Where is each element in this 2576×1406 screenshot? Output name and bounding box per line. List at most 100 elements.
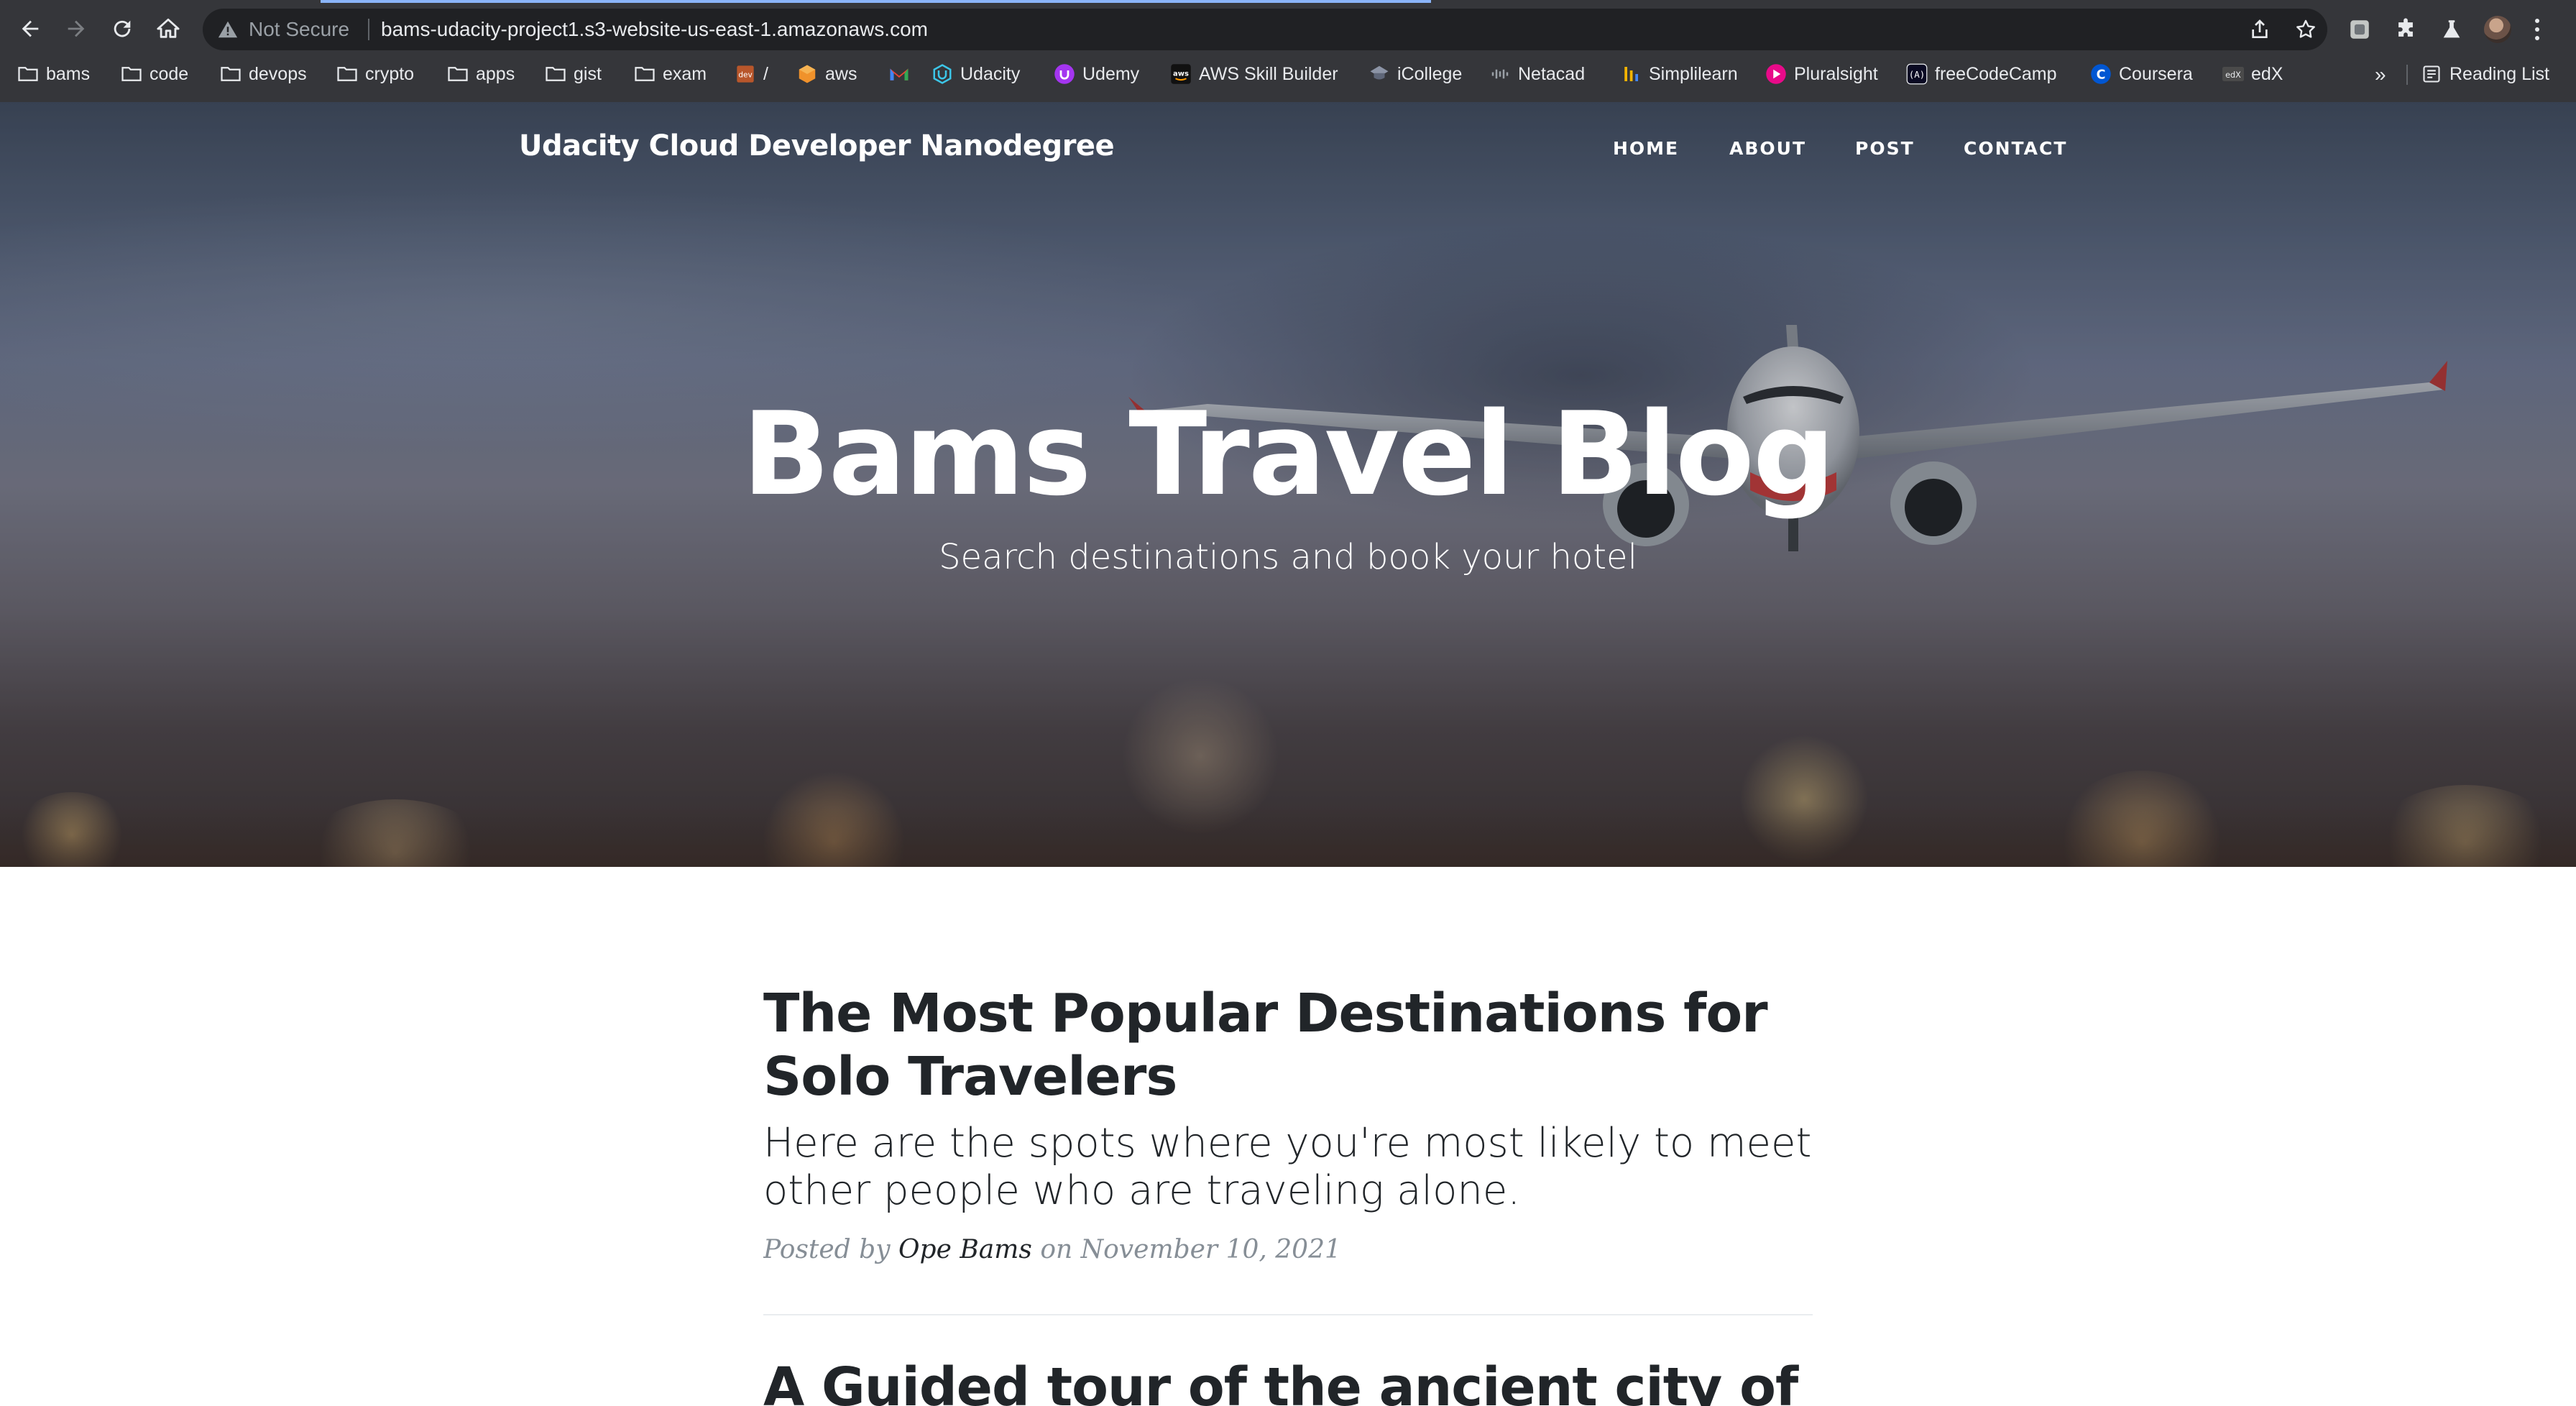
address-bar[interactable]: Not Secure bams-udacity-project1.s3-webs…	[203, 9, 2327, 50]
reload-icon	[114, 20, 131, 37]
bookmark-code[interactable]: code	[121, 58, 188, 91]
bookmark-gist[interactable]: gist	[545, 58, 602, 91]
post-list: The Most Popular Destinations for Solo T…	[763, 867, 1813, 1406]
warning-triangle-icon[interactable]	[217, 19, 239, 40]
svg-text:(A): (A)	[1909, 69, 1926, 80]
home-icon	[157, 18, 180, 38]
bookmark-edx[interactable]: edX edX	[2222, 58, 2283, 91]
bookmarks-divider	[2406, 65, 2408, 85]
bookmark-label: Pluralsight	[1794, 64, 1878, 84]
profile-avatar[interactable]	[2484, 16, 2511, 43]
bookmark-label: freeCodeCamp	[1935, 64, 2057, 84]
arrow-right-icon	[68, 20, 85, 37]
bookmark-label: AWS Skill Builder	[1199, 64, 1338, 84]
freecodecamp-icon: (A)	[1906, 63, 1928, 85]
cisco-icon	[1489, 63, 1511, 85]
post-meta-prefix: Posted by	[763, 1235, 891, 1264]
labs-flask-icon[interactable]	[2439, 17, 2464, 42]
browser-chrome: Not Secure bams-udacity-project1.s3-webs…	[0, 0, 2576, 102]
bookmark-label: apps	[476, 64, 515, 84]
browser-toolbar: Not Secure bams-udacity-project1.s3-webs…	[0, 3, 2576, 55]
bookmark-label: exam	[663, 64, 707, 84]
reload-button[interactable]	[104, 10, 141, 47]
bookmark-pluralsight[interactable]: Pluralsight	[1765, 58, 1878, 91]
svg-text:C: C	[2097, 68, 2106, 82]
folder-icon	[634, 63, 656, 85]
bookmark-dev[interactable]: dev /	[735, 58, 768, 91]
bookmark-aws[interactable]: aws	[796, 58, 857, 91]
bookmark-coursera[interactable]: C Coursera	[2090, 58, 2193, 91]
folder-icon	[336, 63, 358, 85]
post-date: November 10, 2021	[1080, 1235, 1341, 1264]
bookmark-bams[interactable]: bams	[17, 58, 90, 91]
hero-title: Bams Travel Blog	[742, 387, 1836, 521]
bookmark-label: iCollege	[1397, 64, 1463, 84]
address-divider	[368, 19, 369, 40]
bookmark-label: gist	[574, 64, 602, 84]
nav-contact[interactable]: CONTACT	[1964, 138, 2067, 159]
post-meta: Posted by Ope Bams on November 10, 2021	[763, 1235, 1341, 1264]
reading-list-icon	[2421, 63, 2442, 85]
reading-list-button[interactable]: Reading List	[2421, 58, 2549, 91]
bookmark-exam[interactable]: exam	[634, 58, 707, 91]
more-bookmarks-chevron[interactable]: »	[2375, 63, 2386, 86]
back-button[interactable]	[12, 10, 49, 47]
svg-text:aws: aws	[1173, 70, 1189, 78]
home-button[interactable]	[150, 10, 187, 47]
bookmark-udacity[interactable]: Udacity	[932, 58, 1020, 91]
bookmark-aws-skill-builder[interactable]: aws AWS Skill Builder	[1170, 58, 1338, 91]
post-title[interactable]: A Guided tour of the ancient city of	[763, 1356, 1813, 1406]
bookmark-label: devops	[249, 64, 307, 84]
arrow-left-icon	[22, 20, 39, 37]
nav-home[interactable]: HOME	[1613, 138, 1679, 159]
bookmark-gmail[interactable]	[888, 58, 917, 91]
folder-icon	[545, 63, 566, 85]
edx-icon: edX	[2222, 63, 2244, 85]
bookmark-star-icon[interactable]	[2294, 18, 2317, 41]
bookmark-label: /	[763, 64, 768, 84]
browser-menu-icon[interactable]	[2531, 16, 2543, 43]
bookmark-label: aws	[825, 64, 857, 84]
url-text[interactable]: bams-udacity-project1.s3-website-us-east…	[381, 18, 928, 41]
post-title[interactable]: The Most Popular Destinations for Solo T…	[763, 982, 1813, 1108]
bookmark-udemy[interactable]: Udemy	[1054, 58, 1139, 91]
nav-post[interactable]: POST	[1855, 138, 1915, 159]
extension-app-icon[interactable]	[2347, 17, 2372, 42]
gmail-icon	[888, 63, 910, 85]
folder-icon	[220, 63, 242, 85]
bookmark-freecodecamp[interactable]: (A) freeCodeCamp	[1906, 58, 2057, 91]
bookmark-simplilearn[interactable]: Simplilearn	[1620, 58, 1738, 91]
bookmark-icollege[interactable]: iCollege	[1368, 58, 1462, 91]
post-subtitle[interactable]: Here are the spots where you're most lik…	[763, 1120, 1813, 1215]
bookmark-label: edX	[2251, 64, 2283, 84]
post-author-link[interactable]: Ope Bams	[898, 1235, 1032, 1264]
bookmark-netacad[interactable]: Netacad	[1489, 58, 1585, 91]
folder-icon	[121, 63, 142, 85]
bookmark-apps[interactable]: apps	[447, 58, 515, 91]
svg-text:edX: edX	[2225, 70, 2241, 80]
svg-text:dev: dev	[738, 71, 752, 80]
post-divider	[763, 1314, 1813, 1315]
coursera-icon: C	[2090, 63, 2112, 85]
bookmark-crypto[interactable]: crypto	[336, 58, 414, 91]
security-status[interactable]: Not Secure	[249, 18, 349, 41]
udemy-icon	[1054, 63, 1075, 85]
bookmark-label: Netacad	[1518, 64, 1586, 84]
folder-icon	[447, 63, 469, 85]
site-brand[interactable]: Udacity Cloud Developer Nanodegree	[519, 129, 1115, 162]
folder-icon	[17, 63, 39, 85]
nav-about[interactable]: ABOUT	[1729, 138, 1806, 159]
dev-icon: dev	[735, 63, 756, 85]
bookmark-label: bams	[46, 64, 91, 84]
aws-box-icon	[796, 63, 818, 85]
bookmarks-bar: bams code devops crypto apps gist exam d…	[0, 58, 2576, 91]
bookmark-devops[interactable]: devops	[220, 58, 307, 91]
udacity-icon	[932, 63, 953, 85]
share-icon[interactable]	[2248, 18, 2271, 41]
reading-list-label: Reading List	[2450, 64, 2549, 84]
forward-button[interactable]	[58, 10, 95, 47]
bookmark-label: Simplilearn	[1649, 64, 1738, 84]
bookmark-label: Udacity	[960, 64, 1021, 84]
aws-skill-builder-icon: aws	[1170, 63, 1192, 85]
extensions-puzzle-icon[interactable]	[2393, 17, 2418, 42]
